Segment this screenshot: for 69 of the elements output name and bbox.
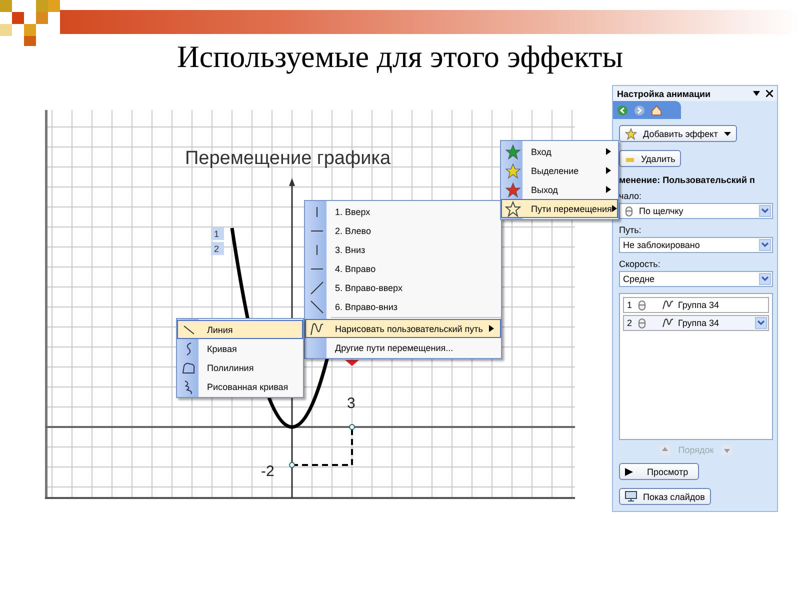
menu-item[interactable]: Линия [177, 320, 303, 339]
star-icon [505, 200, 521, 216]
remove-button[interactable]: Удалить [619, 150, 682, 167]
mouse-icon [623, 205, 635, 217]
pane-title: Настройка анимации [617, 88, 712, 98]
effect-row[interactable]: 1 Группа 34 [623, 297, 769, 313]
submenu-arrow-icon [606, 186, 611, 193]
dashed-path [289, 424, 355, 468]
menu-item[interactable]: 2. Влево [305, 221, 501, 240]
horizontal-line-icon [310, 230, 324, 231]
effect-row[interactable]: 2 Группа 34 [623, 315, 769, 331]
submenu-arrow-icon [606, 148, 611, 155]
curve-icon [186, 342, 192, 355]
menu-item[interactable]: Вход [501, 142, 618, 161]
axis-label: -2 [261, 463, 274, 480]
menu-item[interactable]: Нарисовать пользовательский путь [305, 319, 501, 338]
menu-item[interactable]: 1. Вверх [305, 202, 501, 221]
menu-item[interactable]: Кривая [177, 339, 303, 358]
menu-item[interactable]: Полилиния [177, 358, 303, 377]
vertical-line-icon [316, 244, 318, 255]
order-tag: 1 [211, 227, 224, 240]
menu-item[interactable]: 4. Вправо [305, 259, 501, 278]
dropdown-arrow-icon[interactable] [753, 91, 760, 96]
freeform-icon [182, 362, 195, 373]
speed-dropdown[interactable]: Средне [619, 271, 773, 287]
back-icon[interactable] [617, 104, 628, 116]
menu-item[interactable]: Рисованная кривая [177, 377, 303, 396]
caret-icon [724, 132, 731, 136]
horizontal-line-icon [310, 268, 324, 269]
menu-item[interactable]: 3. Вниз [305, 240, 501, 259]
order-tag: 2 [211, 242, 224, 255]
chart-title: Перемещение графика [185, 148, 391, 169]
path-icon [662, 318, 674, 328]
diagonal-line-icon [310, 300, 324, 313]
path-icon [662, 300, 674, 310]
play-icon [625, 468, 633, 476]
add-effect-button[interactable]: Добавить эффект [619, 125, 737, 142]
order-label: Порядок [678, 445, 714, 455]
menu-item[interactable]: 5. Вправо-вверх [305, 278, 501, 297]
logo-drawing [0, 0, 60, 46]
field-label: Скорость: [619, 259, 662, 269]
scribble-icon [184, 380, 192, 394]
play-button[interactable]: Просмотр [619, 463, 699, 480]
submenu-arrow-icon [612, 205, 617, 212]
menu-item[interactable]: Пути перемещения [501, 199, 618, 218]
field-label: Путь: [619, 225, 642, 235]
menu-item[interactable]: Другие пути перемещения... [305, 338, 501, 357]
slide-title: Используемые для этого эффекты [176, 40, 624, 74]
forward-icon[interactable] [634, 104, 645, 116]
menu-item[interactable]: Выделение [501, 161, 618, 180]
screen-icon [625, 491, 637, 502]
vertical-line-icon [316, 206, 318, 217]
field-label: чало: [619, 191, 643, 201]
mouse-icon [636, 317, 648, 329]
home-icon[interactable] [651, 104, 662, 116]
axis-label: 3 [347, 395, 356, 412]
close-icon[interactable] [766, 90, 773, 97]
line-icon [184, 325, 194, 334]
squiggle-icon [310, 322, 324, 335]
submenu-arrow-icon [606, 167, 611, 174]
slideshow-button[interactable]: Показ слайдов [619, 488, 711, 505]
start-dropdown[interactable]: По щелчку [619, 203, 773, 219]
path-dropdown[interactable]: Не заблокировано [619, 237, 773, 253]
star-icon [625, 128, 637, 140]
mouse-icon [636, 299, 648, 311]
menu-item[interactable]: 6. Вправо-вниз [305, 297, 501, 316]
menu-item[interactable]: Выход [501, 180, 618, 199]
diagonal-line-icon [310, 281, 324, 294]
effect-heading: менение: Пользовательский п [619, 175, 756, 185]
